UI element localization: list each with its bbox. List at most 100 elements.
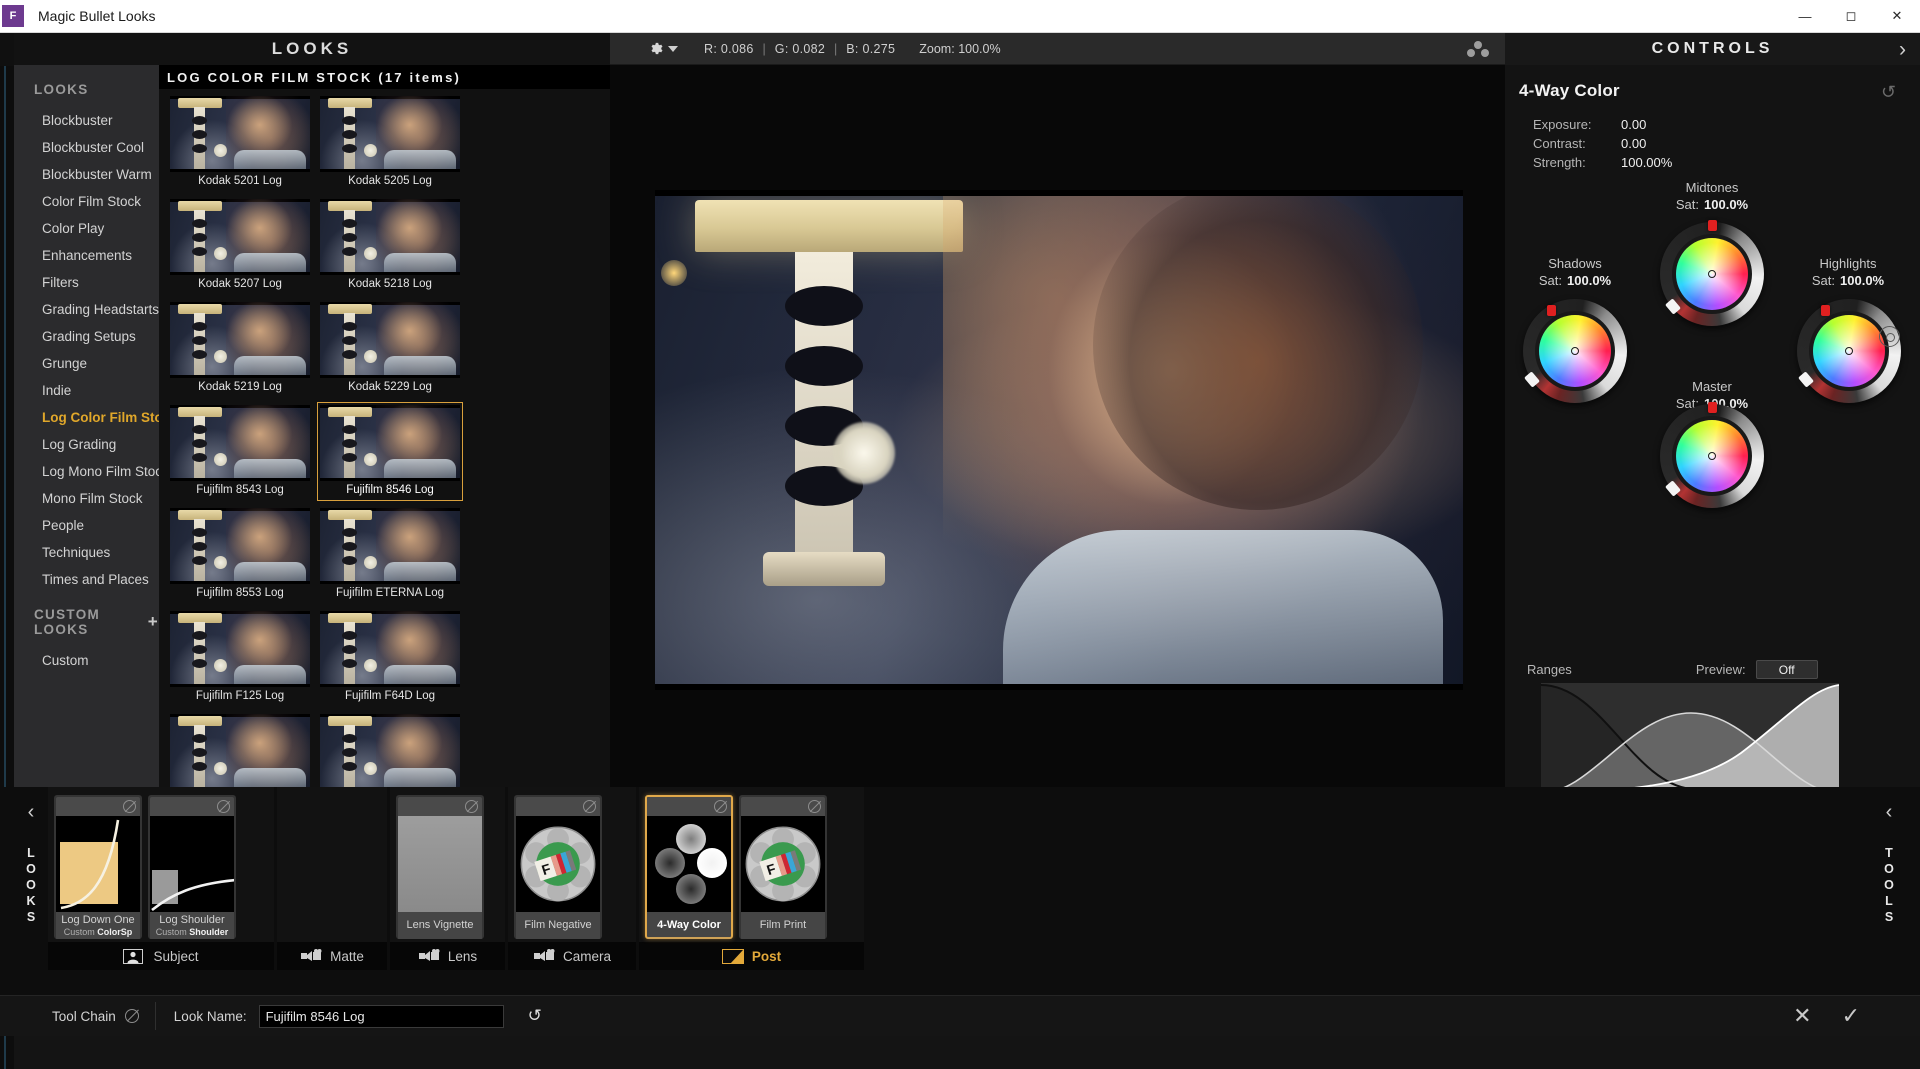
look-thumbnail[interactable]: Fujifilm F64D Log — [317, 608, 463, 707]
tool-group-footer[interactable]: Subject — [48, 942, 274, 970]
disable-icon[interactable] — [714, 800, 727, 813]
sidebar-item-filters[interactable]: Filters — [14, 269, 159, 296]
tool-group-footer[interactable]: Post — [639, 942, 864, 970]
color-wheel-shadows[interactable] — [1523, 299, 1627, 403]
preview-toggle-button[interactable]: Off — [1755, 660, 1818, 679]
tool-card[interactable]: Log Shoulder Custom Shoulder — [148, 795, 236, 939]
look-thumbnail[interactable]: Fujifilm F125 Log — [167, 608, 313, 707]
sidebar-item-blockbuster-cool[interactable]: Blockbuster Cool — [14, 134, 159, 161]
sidebar-item-times-and-places[interactable]: Times and Places — [14, 566, 159, 593]
rotate-icon[interactable] — [1879, 326, 1900, 347]
look-thumbnail-image — [170, 611, 310, 687]
tool-card[interactable]: F Film Print — [739, 795, 827, 939]
cancel-button[interactable]: ✕ — [1793, 1005, 1811, 1027]
close-button[interactable]: ✕ — [1874, 0, 1920, 33]
look-thumbnail-image — [320, 508, 460, 584]
look-thumbnail-image — [320, 611, 460, 687]
sidebar-item-techniques[interactable]: Techniques — [14, 539, 159, 566]
sidebar-item-color-play[interactable]: Color Play — [14, 215, 159, 242]
disable-icon[interactable] — [217, 800, 230, 813]
disable-icon[interactable] — [123, 800, 136, 813]
look-thumbnail[interactable]: Kodak 5229 Log — [317, 299, 463, 398]
sidebar-item-blockbuster-warm[interactable]: Blockbuster Warm — [14, 161, 159, 188]
tool-card[interactable]: Lens Vignette — [396, 795, 484, 939]
reset-icon[interactable]: ↺ — [1881, 83, 1900, 102]
disable-icon[interactable] — [124, 1009, 139, 1023]
tool-card[interactable]: Log Down One Custom ColorSp — [54, 795, 142, 939]
look-reset-icon[interactable]: ↺ — [528, 1006, 542, 1026]
viewer-canvas[interactable] — [610, 65, 1505, 787]
sidebar-item-log-mono-film-stock[interactable]: Log Mono Film Stock — [14, 458, 169, 485]
look-thumbnail-image — [170, 199, 310, 275]
tool-card-header — [647, 797, 731, 816]
tool-group-footer[interactable]: Camera — [508, 942, 636, 970]
look-thumbnail[interactable]: Kodak 5218 Log — [317, 196, 463, 295]
sidebar-item-color-film-stock[interactable]: Color Film Stock — [14, 188, 159, 215]
param-row: Strength: 100.00% — [1533, 153, 1920, 172]
sidebar-item-grunge[interactable]: Grunge — [14, 350, 159, 377]
sat-label-highlights: Sat: — [1811, 273, 1836, 288]
sidebar-item-enhancements[interactable]: Enhancements — [14, 242, 159, 269]
look-thumbnail[interactable]: Fujifilm 8543 Log — [167, 402, 313, 501]
tool-card-name: Lens Vignette — [406, 919, 474, 931]
tools-panel-toggle[interactable]: ‹ TOOLS — [1872, 787, 1906, 995]
look-thumbnail-label: Fujifilm ETERNA Log — [335, 587, 444, 599]
look-thumbnail[interactable]: Fujifilm ETERNA Log — [317, 505, 463, 604]
tools-vertical-label: TOOLS — [1882, 846, 1896, 926]
look-thumbnail-image — [320, 199, 460, 275]
tool-group-footer[interactable]: Lens — [390, 942, 505, 970]
param-value[interactable]: 100.00% — [1621, 155, 1672, 170]
tool-subtitle: Custom Shoulder — [156, 927, 229, 938]
tool-group-matte: Matte — [277, 787, 387, 970]
disable-icon[interactable] — [583, 800, 596, 813]
controls-tool-name: 4-Way Color — [1519, 81, 1620, 100]
chevron-right-icon[interactable]: › — [1899, 39, 1906, 60]
minimize-button[interactable]: — — [1782, 0, 1828, 33]
look-thumbnail-label: Fujifilm 8546 Log — [346, 484, 434, 496]
tool-group-label: Matte — [330, 948, 364, 964]
sidebar-item-people[interactable]: People — [14, 512, 159, 539]
add-custom-look-icon[interactable]: + — [148, 613, 159, 630]
disable-icon[interactable] — [808, 800, 821, 813]
tool-group-label: Subject — [153, 948, 199, 964]
look-thumbnail[interactable]: Kodak 5219 Log — [167, 299, 313, 398]
disable-icon[interactable] — [465, 800, 478, 813]
look-name-input[interactable] — [258, 1004, 504, 1028]
look-thumbnail[interactable]: Fujifilm 8546 Log — [317, 402, 463, 501]
sidebar-item-log-color-film-stock[interactable]: Log Color Film Stock — [14, 404, 178, 431]
tool-card[interactable]: F Film Negative — [514, 795, 602, 939]
ranges-graph[interactable] — [1540, 683, 1840, 794]
looks-vertical-label: LOOKS — [24, 846, 38, 926]
param-value[interactable]: 0.00 — [1621, 136, 1646, 151]
sidebar-item-grading-headstarts[interactable]: Grading Headstarts — [14, 296, 159, 323]
confirm-button[interactable]: ✓ — [1842, 1005, 1860, 1027]
tool-card[interactable]: 4-Way Color — [645, 795, 733, 939]
separator-1: | — [762, 41, 767, 56]
empty-tool-slot[interactable] — [283, 795, 371, 939]
look-name-label: Look Name: — [173, 1008, 247, 1024]
sidebar-item-indie[interactable]: Indie — [14, 377, 159, 404]
sidebar-custom-item-custom[interactable]: Custom — [14, 647, 159, 674]
look-thumbnail[interactable]: Fujifilm 8553 Log — [167, 505, 313, 604]
looks-panel-toggle[interactable]: ‹ LOOKS — [14, 787, 48, 995]
sidebar-item-mono-film-stock[interactable]: Mono Film Stock — [14, 485, 159, 512]
tool-group-label: Lens — [447, 948, 478, 964]
look-thumbnail-image — [320, 714, 460, 790]
look-thumbnail[interactable]: Kodak 5207 Log — [167, 196, 313, 295]
look-thumbnail[interactable]: Kodak 5201 Log — [167, 93, 313, 192]
three-dots-icon[interactable] — [1467, 41, 1489, 57]
maximize-button[interactable]: ◻ — [1828, 0, 1874, 33]
subject-icon — [123, 948, 145, 964]
sidebar-item-log-grading[interactable]: Log Grading — [14, 431, 159, 458]
color-wheel-master[interactable] — [1660, 402, 1764, 508]
tool-group-footer[interactable]: Matte — [277, 942, 387, 970]
look-thumbnail[interactable]: Kodak 5205 Log — [317, 93, 463, 192]
r-label: R: — [704, 41, 718, 56]
color-wheel-midtones[interactable] — [1660, 220, 1764, 326]
viewer-settings-button[interactable] — [648, 41, 678, 56]
param-value[interactable]: 0.00 — [1621, 117, 1646, 132]
sidebar-item-blockbuster[interactable]: Blockbuster — [14, 107, 159, 134]
sidebar-item-grading-setups[interactable]: Grading Setups — [14, 323, 159, 350]
color-wheel-highlights[interactable] — [1797, 299, 1901, 403]
zoom-value: 100.0% — [958, 41, 1001, 56]
